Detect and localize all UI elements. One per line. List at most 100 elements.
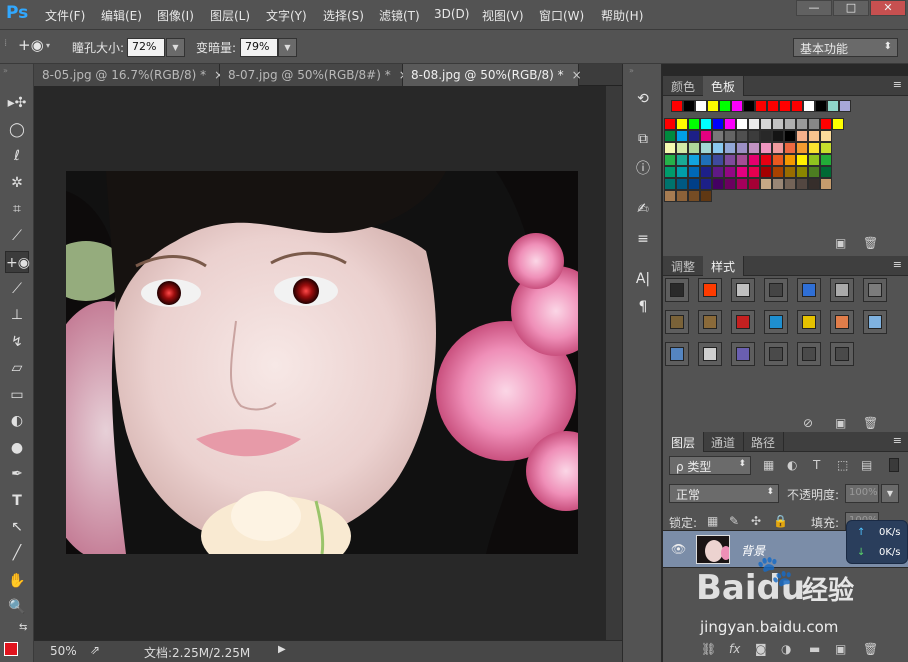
swatch[interactable] <box>700 118 712 130</box>
swatch[interactable] <box>796 154 808 166</box>
swatch[interactable] <box>724 130 736 142</box>
swatch[interactable] <box>676 178 688 190</box>
swatch[interactable] <box>712 178 724 190</box>
swatch[interactable] <box>712 142 724 154</box>
swatch[interactable] <box>796 142 808 154</box>
character-panel-icon[interactable]: A| <box>632 268 654 290</box>
style-preset[interactable] <box>797 310 821 334</box>
swatch[interactable] <box>688 118 700 130</box>
swatch[interactable] <box>664 118 676 130</box>
menu-help[interactable]: 帮助(H) <box>601 7 643 24</box>
new-swatch-icon[interactable]: ▣ <box>835 236 846 250</box>
lock-pixels-icon[interactable]: ✎ <box>729 514 739 528</box>
swatch[interactable] <box>760 118 772 130</box>
recent-swatch[interactable] <box>719 100 731 112</box>
swatch[interactable] <box>784 178 796 190</box>
swatch[interactable] <box>748 166 760 178</box>
filter-toggle[interactable] <box>889 458 899 472</box>
swatch[interactable] <box>724 154 736 166</box>
style-preset[interactable] <box>830 278 854 302</box>
tab-close-icon[interactable]: × <box>572 68 582 82</box>
filter-smart-object-icon[interactable]: ▤ <box>861 458 872 472</box>
brush-panel-icon[interactable]: ≡ <box>632 228 654 250</box>
lasso-tool-icon[interactable]: ℓ <box>5 145 29 167</box>
swatch[interactable] <box>772 130 784 142</box>
swatch[interactable] <box>676 142 688 154</box>
style-preset[interactable] <box>797 278 821 302</box>
tab-color[interactable]: 颜色 <box>663 76 705 96</box>
style-preset[interactable] <box>665 278 689 302</box>
recent-swatch[interactable] <box>731 100 743 112</box>
type-tool-icon[interactable]: T <box>5 490 29 512</box>
swatch[interactable] <box>748 178 760 190</box>
swatch[interactable] <box>664 130 676 142</box>
swatch[interactable] <box>688 190 700 202</box>
swatch[interactable] <box>736 118 748 130</box>
menu-view[interactable]: 视图(V) <box>482 7 524 24</box>
swatch[interactable] <box>796 130 808 142</box>
red-eye-tool-button-icon[interactable]: +◉ <box>5 251 30 273</box>
swatch[interactable] <box>724 118 736 130</box>
foreground-color-swatch[interactable] <box>4 642 18 656</box>
export-icon[interactable]: ⇗ <box>90 643 100 657</box>
menu-window[interactable]: 窗口(W) <box>539 7 584 24</box>
style-preset[interactable] <box>731 310 755 334</box>
recent-swatch[interactable] <box>791 100 803 112</box>
swatch[interactable] <box>688 154 700 166</box>
status-menu-arrow[interactable]: ▶ <box>278 644 286 655</box>
style-preset[interactable] <box>797 342 821 366</box>
swatch[interactable] <box>760 166 772 178</box>
style-preset[interactable] <box>830 342 854 366</box>
line-tool-icon[interactable]: ╱ <box>5 542 29 564</box>
swatch[interactable] <box>700 178 712 190</box>
recent-swatch[interactable] <box>803 100 815 112</box>
recent-swatch[interactable] <box>779 100 791 112</box>
zoom-tool-icon[interactable]: 🔍 <box>5 596 29 618</box>
eraser-tool-icon[interactable]: ▱ <box>5 357 29 379</box>
opacity-dropdown[interactable]: ▼ <box>881 484 899 503</box>
swatch[interactable] <box>676 166 688 178</box>
layer-filter-dropdown[interactable]: ρ 类型 ⬍ <box>669 456 751 475</box>
move-tool-icon[interactable]: ▸✣ <box>5 92 29 114</box>
layer-style-icon[interactable]: fx <box>729 642 740 656</box>
new-layer-icon[interactable]: ▣ <box>835 642 846 656</box>
recent-swatch[interactable] <box>839 100 851 112</box>
brush-presets-icon[interactable]: ✍ <box>632 198 654 220</box>
clone-stamp-tool-icon[interactable]: ⊥ <box>5 304 29 326</box>
menu-select[interactable]: 选择(S) <box>323 7 364 24</box>
gradient-tool-icon[interactable]: ▭ <box>5 384 29 406</box>
swatch[interactable] <box>700 190 712 202</box>
swatch[interactable] <box>712 166 724 178</box>
tab-styles[interactable]: 样式 <box>703 256 745 276</box>
document-canvas-photo[interactable] <box>66 171 578 554</box>
swatch[interactable] <box>688 130 700 142</box>
tab-swatches[interactable]: 色板 <box>703 76 745 96</box>
marquee-tool-icon[interactable]: ◯ <box>5 119 29 141</box>
swatch[interactable] <box>736 130 748 142</box>
swatch[interactable] <box>748 130 760 142</box>
zoom-level[interactable]: 50% <box>50 644 77 658</box>
swatch[interactable] <box>760 130 772 142</box>
swatch[interactable] <box>772 142 784 154</box>
swatch[interactable] <box>760 154 772 166</box>
swatch[interactable] <box>688 142 700 154</box>
clear-style-icon[interactable]: ⊘ <box>803 416 813 430</box>
swatch[interactable] <box>748 118 760 130</box>
swatch[interactable] <box>772 178 784 190</box>
recent-swatch[interactable] <box>743 100 755 112</box>
swatch[interactable] <box>700 154 712 166</box>
swatch[interactable] <box>664 154 676 166</box>
swatch[interactable] <box>736 142 748 154</box>
style-preset[interactable] <box>698 278 722 302</box>
menu-3d[interactable]: 3D(D) <box>434 7 469 21</box>
swatch[interactable] <box>832 118 844 130</box>
filter-type-icon[interactable]: T <box>813 458 820 472</box>
history-brush-tool-icon[interactable]: ↯ <box>5 331 29 353</box>
swatch[interactable] <box>808 166 820 178</box>
tab-8-08[interactable]: 8-08.jpg @ 50%(RGB/8) * × <box>403 64 582 86</box>
swatch[interactable] <box>676 154 688 166</box>
style-preset[interactable] <box>830 310 854 334</box>
layer-mask-icon[interactable]: ◙ <box>755 642 767 656</box>
blend-mode-dropdown[interactable]: 正常 ⬍ <box>669 484 779 503</box>
new-style-icon[interactable]: ▣ <box>835 416 846 430</box>
